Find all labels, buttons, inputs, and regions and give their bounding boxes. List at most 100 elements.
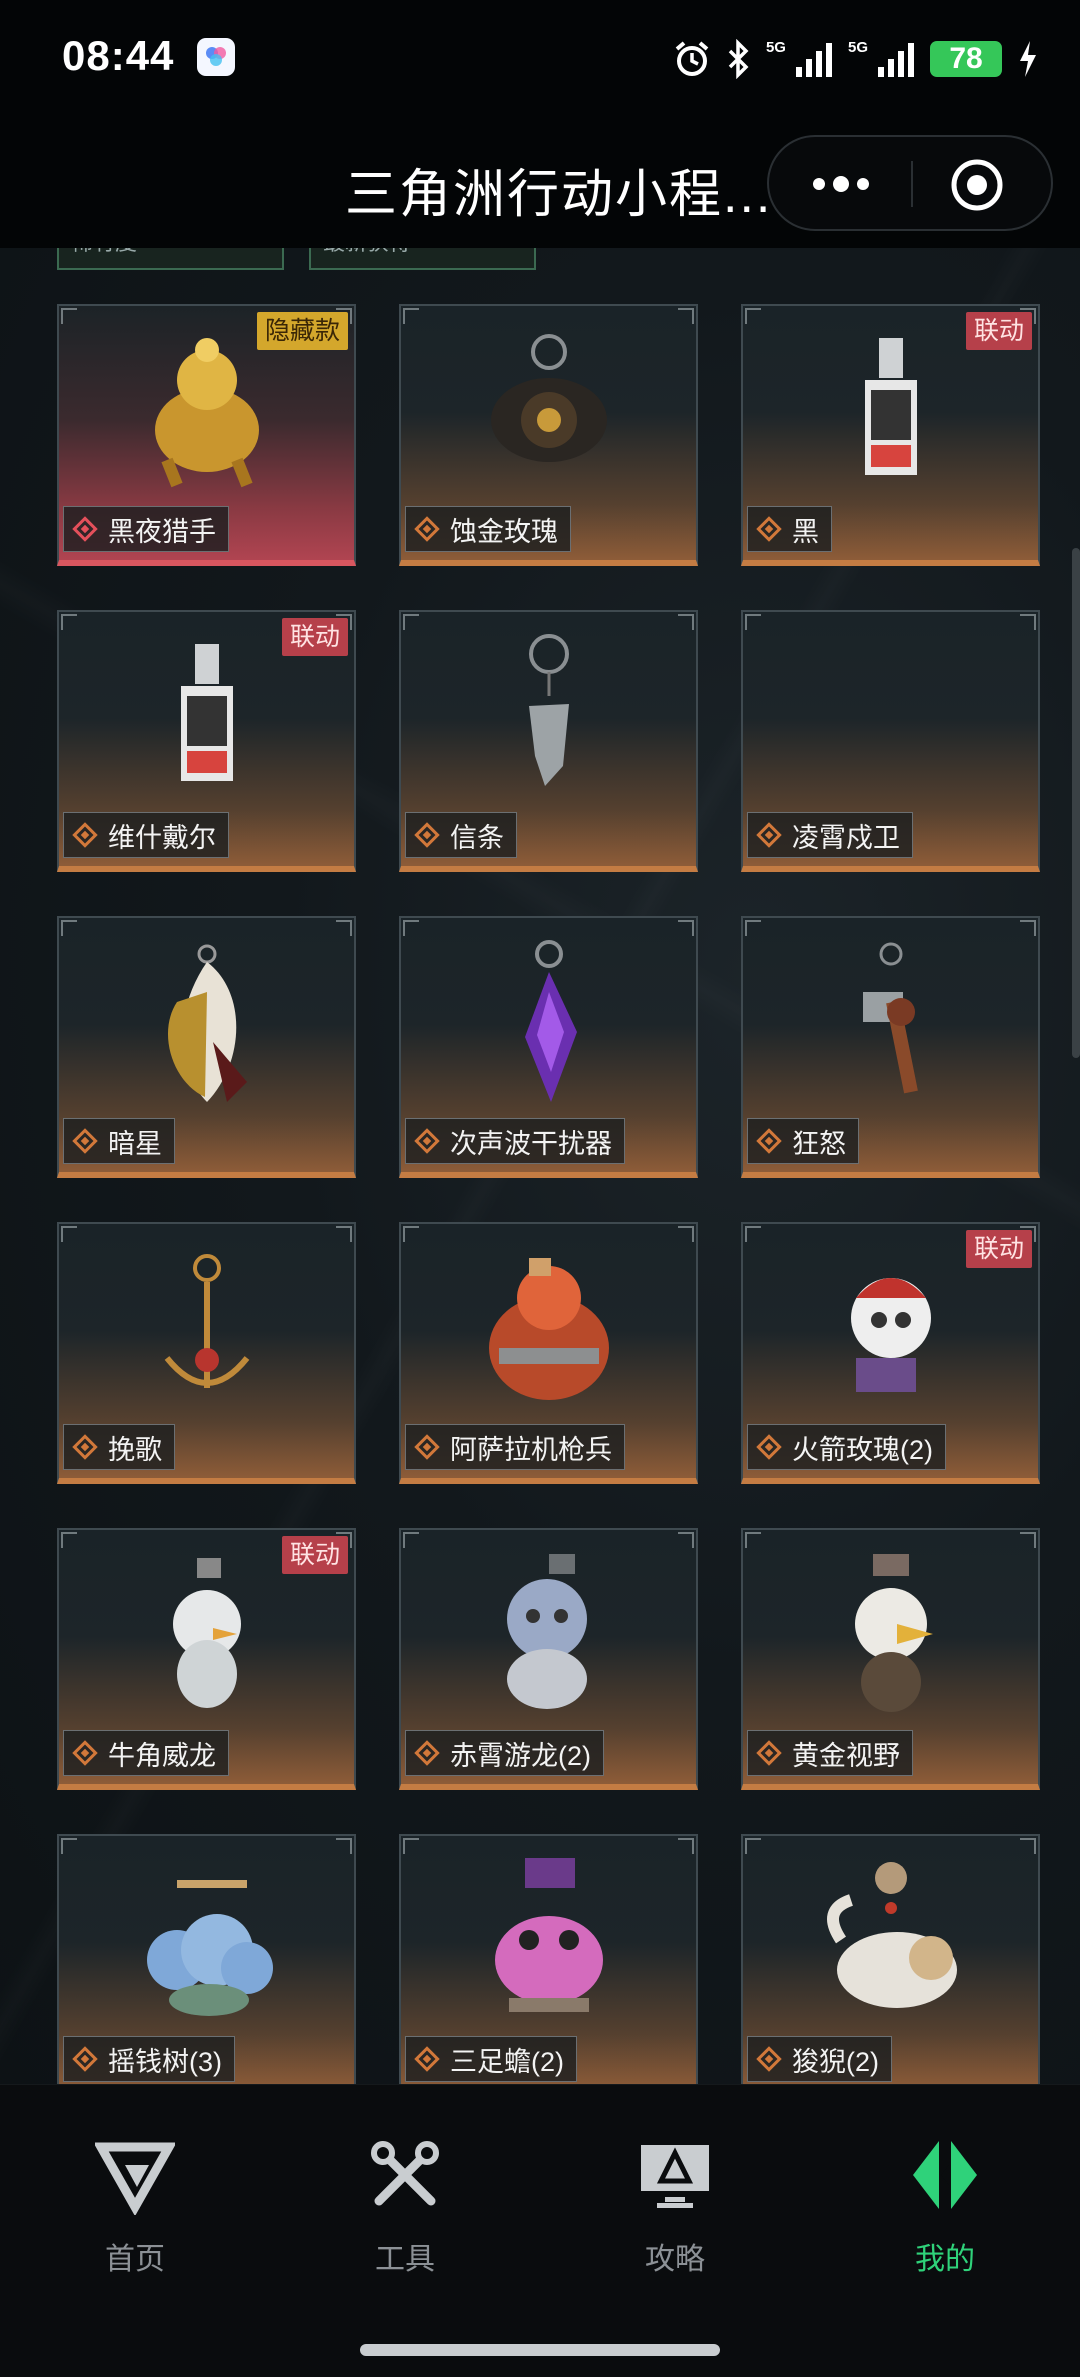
rarity-diamond-icon (72, 2046, 98, 2072)
card-corner (1020, 920, 1036, 936)
item-card[interactable]: 阿萨拉机枪兵 (399, 1222, 698, 1484)
item-card[interactable]: 狂怒 (741, 916, 1040, 1178)
item-card[interactable]: 三足蟾(2) (399, 1834, 698, 2084)
collab-badge: 联动 (281, 1536, 348, 1574)
item-card[interactable]: 联动牛角威龙 (57, 1528, 356, 1790)
status-icons: 5G 5G 78 (672, 34, 1040, 84)
card-corner (336, 1226, 352, 1242)
title-bar: 三角洲行动小程... (0, 118, 1080, 248)
nav-guide[interactable]: 攻略 (590, 2135, 760, 2278)
signal-icon-1 (795, 43, 832, 77)
card-corner (61, 614, 77, 630)
item-name: 次声波干扰器 (450, 1128, 612, 1159)
item-card[interactable]: 黄金视野 (741, 1528, 1040, 1790)
home-v-icon (93, 2142, 177, 2217)
nav-home-label: 首页 (105, 2243, 165, 2276)
item-card[interactable]: 信条 (399, 610, 698, 872)
item-name-label: 火箭玫瑰(2) (747, 1424, 946, 1470)
nav-guide-label: 攻略 (645, 2243, 705, 2276)
item-card[interactable]: 凌霄戍卫 (741, 610, 1040, 872)
card-corner (61, 1532, 77, 1548)
rarity-diamond-icon (756, 1740, 782, 1766)
card-corner (678, 1532, 694, 1548)
item-name: 阿萨拉机枪兵 (450, 1434, 612, 1465)
item-card[interactable]: 摇钱树(3) (57, 1834, 356, 2084)
rarity-diamond-icon (72, 1740, 98, 1766)
profile-diamond-icon (913, 2141, 977, 2209)
chick-figure-icon (172, 1558, 241, 1708)
close-miniprogram-button[interactable] (949, 157, 1005, 213)
crystal-pendant-icon (524, 940, 577, 1102)
card-corner (403, 1226, 419, 1242)
nav-tools[interactable]: 工具 (320, 2135, 490, 2278)
item-name: 狻猊(2) (792, 2046, 879, 2077)
card-corner (745, 920, 761, 936)
rocket-figure-icon (850, 1278, 931, 1392)
rarity-diamond-icon (756, 2046, 782, 2072)
item-name-label: 信条 (405, 812, 517, 858)
item-name-label: 赤霄游龙(2) (405, 1730, 604, 1776)
item-name: 黑夜猎手 (108, 516, 216, 547)
card-corner (403, 308, 419, 324)
nav-profile[interactable]: 我的 (860, 2135, 1030, 2278)
card-corner (678, 1226, 694, 1242)
network-type-2: 5G (847, 38, 868, 56)
nav-home[interactable]: 首页 (50, 2135, 220, 2278)
item-name: 摇钱树(3) (108, 2046, 222, 2077)
item-name: 黄金视野 (792, 1740, 900, 1771)
item-name-label: 摇钱树(3) (63, 2036, 235, 2082)
collection-content[interactable]: 稀有度 最新获得 隐藏款黑夜猎手蚀金玫瑰联动黑联动维什戴尔信条凌霄戍卫暗星次声波… (0, 248, 1080, 2084)
item-card[interactable]: 联动黑 (741, 304, 1040, 566)
miniprogram-capsule (767, 135, 1053, 231)
toad-figure-icon (494, 1858, 603, 2012)
card-corner (403, 1838, 419, 1854)
item-card[interactable]: 狻猊(2) (741, 1834, 1040, 2084)
rarity-diamond-icon (414, 516, 440, 542)
home-indicator[interactable] (360, 2344, 720, 2356)
more-dots-icon (813, 176, 869, 192)
sort-filter-dropdown[interactable]: 最新获得 (309, 248, 536, 270)
item-name: 赤霄游龙(2) (450, 1740, 591, 1771)
item-card[interactable]: 挽歌 (57, 1222, 356, 1484)
item-card[interactable]: 次声波干扰器 (399, 916, 698, 1178)
item-card[interactable]: 赤霄游龙(2) (399, 1528, 698, 1790)
item-name-label: 暗星 (63, 1118, 175, 1164)
rarity-diamond-icon (756, 1434, 782, 1460)
cloud-figure-icon (146, 1880, 273, 2016)
item-card[interactable]: 联动 维什戴尔 (57, 610, 356, 872)
item-name: 黑 (792, 516, 819, 547)
card-corner (336, 920, 352, 936)
more-button[interactable] (799, 159, 883, 209)
item-name-label: 狻猊(2) (747, 2036, 892, 2082)
card-corner (745, 1226, 761, 1242)
item-name: 暗星 (108, 1128, 162, 1159)
item-name: 牛角威龙 (108, 1740, 216, 1771)
item-card[interactable]: 暗星 (57, 916, 356, 1178)
rarity-filter-dropdown[interactable]: 稀有度 (57, 248, 284, 270)
item-card[interactable]: 隐藏款 黑夜猎手 (57, 304, 356, 566)
item-card[interactable]: 联动 火箭玫瑰(2) (741, 1222, 1040, 1484)
card-corner (61, 1226, 77, 1242)
rarity-diamond-icon (756, 822, 782, 848)
battery-indicator: 78 (930, 41, 1002, 77)
item-card[interactable]: 蚀金玫瑰 (399, 304, 698, 566)
card-corner (745, 1532, 761, 1548)
item-name-label: 蚀金玫瑰 (405, 506, 571, 552)
collab-badge: 联动 (965, 312, 1032, 350)
item-name-label: 凌霄戍卫 (747, 812, 913, 858)
card-corner (403, 920, 419, 936)
rarity-diamond-icon (72, 1128, 98, 1154)
card-corner (403, 1532, 419, 1548)
rarity-diamond-icon (414, 1434, 440, 1460)
charging-icon (1020, 41, 1036, 77)
blade-pendant-icon (528, 634, 569, 786)
page-title: 三角洲行动小程... (345, 166, 773, 224)
item-name-label: 牛角威龙 (63, 1730, 229, 1776)
card-corner (745, 308, 761, 324)
card-corner (1020, 1838, 1036, 1854)
item-name-label: 阿萨拉机枪兵 (405, 1424, 625, 1470)
bluetooth-icon (728, 39, 749, 79)
card-corner (403, 614, 419, 630)
app-badge-icon (197, 38, 235, 76)
scrollbar[interactable] (1072, 548, 1080, 1058)
